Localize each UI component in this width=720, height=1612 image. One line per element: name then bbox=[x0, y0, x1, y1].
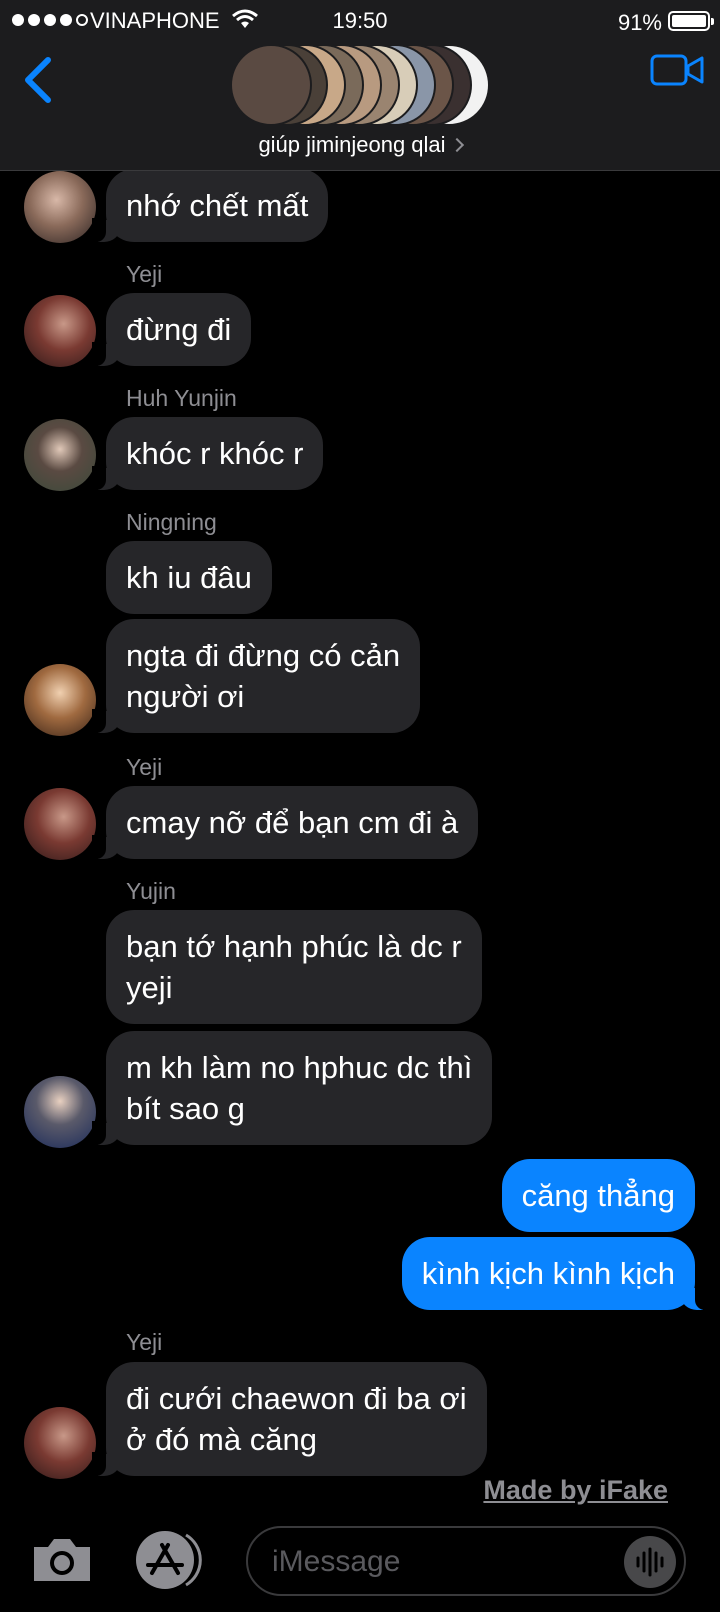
group-avatar-stack[interactable] bbox=[230, 44, 490, 126]
message-bubble[interactable]: m kh làm no hphuc dc thì bít sao g bbox=[91, 1031, 493, 1145]
sender-name: Yeji bbox=[126, 1329, 163, 1355]
message-bubble[interactable]: kh iu đâu bbox=[106, 541, 272, 614]
avatar[interactable] bbox=[24, 419, 96, 491]
avatar[interactable] bbox=[24, 295, 96, 367]
avatar[interactable] bbox=[24, 664, 96, 736]
audio-waveform-icon[interactable] bbox=[624, 1536, 676, 1588]
avatar[interactable] bbox=[24, 1407, 96, 1479]
message-bubble[interactable]: kình kịch kình kịch bbox=[401, 1237, 710, 1310]
avatar[interactable] bbox=[24, 788, 96, 860]
message-bubble[interactable]: căng thẳng bbox=[501, 1159, 695, 1232]
video-camera-icon[interactable] bbox=[650, 50, 704, 90]
conversation-header: giúp jiminjeong qlai bbox=[0, 40, 720, 171]
avatar[interactable] bbox=[24, 1076, 96, 1148]
chevron-right-icon bbox=[449, 137, 464, 153]
sender-name: Ningning bbox=[126, 509, 217, 535]
camera-icon[interactable] bbox=[30, 1535, 94, 1585]
message-input-bar bbox=[0, 1511, 720, 1612]
message-bubble[interactable]: đừng đi bbox=[91, 293, 252, 366]
battery-percentage: 91% bbox=[617, 10, 662, 35]
status-bar: VINAPHONE 19:50 91% bbox=[0, 0, 720, 40]
message-bubble[interactable]: cmay nỡ để bạn cm đi à bbox=[91, 786, 479, 859]
message-bubble[interactable]: khóc r khóc r bbox=[91, 417, 324, 490]
message-bubble[interactable]: đi cưới chaewon đi ba ơi ở đó mà căng bbox=[92, 1362, 487, 1476]
group-name-label: giúp jiminjeong qlai bbox=[258, 132, 446, 157]
sender-name: Yujin bbox=[126, 878, 176, 904]
group-name-button[interactable]: giúp jiminjeong qlai bbox=[0, 132, 720, 158]
message-bubble[interactable]: ngta đi đừng có cản người ơi bbox=[91, 619, 421, 733]
message-bubble[interactable]: nhớ chết mất bbox=[91, 171, 329, 242]
imessage-input[interactable] bbox=[272, 1540, 592, 1584]
sender-name: Yeji bbox=[126, 261, 163, 287]
message-field bbox=[246, 1526, 686, 1596]
battery-icon bbox=[668, 11, 714, 31]
message-bubble[interactable]: bạn tớ hạnh phúc là dc r yeji bbox=[106, 910, 482, 1024]
chevron-left-icon[interactable] bbox=[18, 52, 58, 108]
sender-name: Huh Yunjin bbox=[126, 385, 237, 411]
sender-name: Yeji bbox=[126, 754, 163, 780]
watermark: Made by iFake bbox=[483, 1475, 668, 1505]
app-store-icon[interactable] bbox=[134, 1529, 204, 1591]
avatar[interactable] bbox=[24, 171, 96, 243]
message-list[interactable]: nhớ chết mất Yeji đừng đi Huh Yunjin khó… bbox=[0, 171, 720, 1511]
clock: 19:50 bbox=[332, 8, 388, 33]
